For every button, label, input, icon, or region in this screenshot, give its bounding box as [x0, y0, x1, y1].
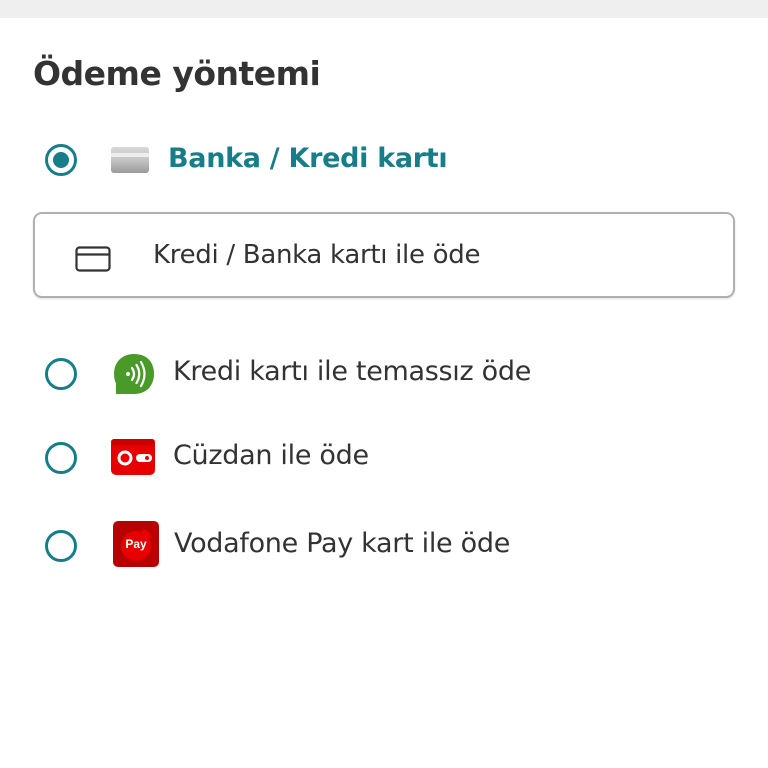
radio-button[interactable] [45, 530, 77, 562]
section-title: Ödeme yöntemi [33, 54, 321, 93]
credit-card-outline-icon [75, 246, 111, 276]
option-label: Vodafone Pay kart ile öde [174, 528, 511, 559]
payment-option-vodafone-pay[interactable]: Pay Vodafone Pay kart ile öde [0, 513, 768, 577]
vodafone-pay-icon: Pay [113, 521, 159, 567]
card-selector-field[interactable]: Kredi / Banka kartı ile öde [33, 212, 735, 298]
option-label: Cüzdan ile öde [173, 440, 369, 471]
contactless-icon [113, 353, 155, 399]
payment-method-screen: Ödeme yöntemi Banka / Kredi kartı Kredi … [0, 0, 768, 768]
payment-option-contactless[interactable]: Kredi kartı ile temassız öde [0, 341, 768, 405]
payment-option-wallet[interactable]: Cüzdan ile öde [0, 425, 768, 489]
bank-card-icon [111, 147, 149, 177]
radio-button[interactable] [45, 442, 77, 474]
top-divider [0, 0, 768, 18]
vodafone-pay-icon-text: Pay [125, 537, 147, 551]
wallet-icon [111, 439, 155, 479]
card-selector-label: Kredi / Banka kartı ile öde [153, 240, 481, 270]
payment-option-bank-card[interactable]: Banka / Kredi kartı [0, 128, 768, 192]
radio-button-selected[interactable] [45, 144, 77, 176]
option-label: Banka / Kredi kartı [168, 143, 448, 174]
radio-button[interactable] [45, 358, 77, 390]
option-label: Kredi kartı ile temassız öde [173, 356, 532, 387]
